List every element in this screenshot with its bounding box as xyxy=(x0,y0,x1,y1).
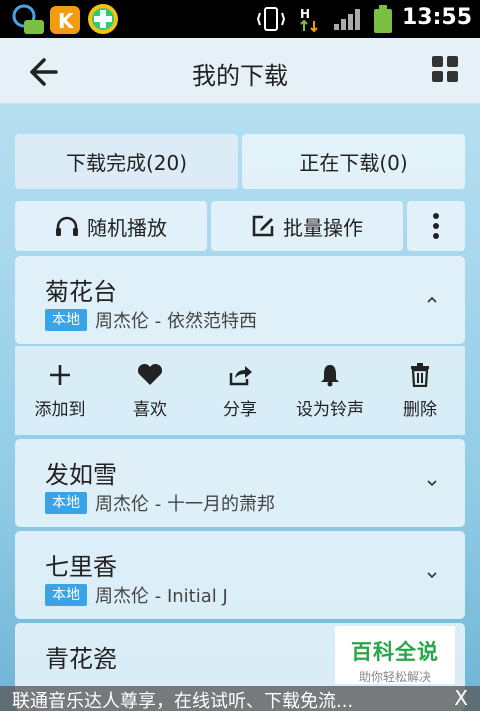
delete-button[interactable]: 删除 xyxy=(375,346,465,435)
add-to-button[interactable]: 添加到 xyxy=(15,346,105,435)
song-title: 发如雪 xyxy=(45,461,117,489)
close-button[interactable]: X xyxy=(454,686,468,710)
batch-operation-button[interactable]: 批量操作 xyxy=(211,201,403,251)
song-meta: 本地 周杰伦 - Initial J xyxy=(45,582,228,608)
page-title: 我的下载 xyxy=(192,62,288,90)
like-label: 喜欢 xyxy=(133,400,167,420)
edit-icon xyxy=(252,215,274,237)
local-badge: 本地 xyxy=(45,309,87,331)
promo-text: 联通音乐达人尊享，在线试听、下载免流... xyxy=(12,691,354,711)
chevron-down-icon[interactable] xyxy=(427,479,437,487)
local-badge: 本地 xyxy=(45,584,87,606)
share-button[interactable]: 分享 xyxy=(195,346,285,435)
share-label: 分享 xyxy=(223,400,257,420)
app-header: 我的下载 xyxy=(0,38,480,104)
tab-downloading[interactable]: 正在下载(0) xyxy=(242,134,465,189)
song-meta: 本地 周杰伦 - 依然范特西 xyxy=(45,307,257,333)
song-item[interactable]: 菊花台 本地 周杰伦 - 依然范特西 xyxy=(15,256,465,344)
delete-label: 删除 xyxy=(403,400,437,420)
song-title: 青花瓷 xyxy=(45,645,117,673)
360-security-icon xyxy=(88,4,118,34)
qq-icon xyxy=(12,4,44,34)
song-title: 菊花台 xyxy=(45,278,117,306)
heart-icon xyxy=(137,364,163,385)
vibrate-icon xyxy=(256,7,286,31)
action-bar: 随机播放 批量操作 xyxy=(15,201,465,251)
watermark-logo: 百科全说 助你轻松解决 xyxy=(335,626,455,684)
more-options-button[interactable] xyxy=(407,201,465,251)
artist-album: 周杰伦 - 十一月的萧邦 xyxy=(95,494,275,515)
svg-text:K: K xyxy=(58,9,75,33)
more-vertical-icon xyxy=(433,213,439,239)
battery-icon xyxy=(374,5,392,33)
chevron-up-icon[interactable] xyxy=(427,296,437,304)
random-play-button[interactable]: 随机播放 xyxy=(15,201,207,251)
share-icon xyxy=(229,366,252,386)
song-tool-row: 添加到 喜欢 分享 设为铃声 删除 xyxy=(15,346,465,435)
song-item[interactable]: 发如雪 本地 周杰伦 - 十一月的萧邦 xyxy=(15,439,465,527)
status-bar: K H 13:55 xyxy=(0,0,480,38)
signal-icon xyxy=(334,9,360,30)
clock: 13:55 xyxy=(401,5,472,30)
download-tabs: 下载完成(20) 正在下载(0) xyxy=(15,134,465,189)
grid-menu-icon[interactable] xyxy=(430,54,460,84)
headphones-icon xyxy=(56,216,78,236)
tab-downloaded[interactable]: 下载完成(20) xyxy=(15,134,238,189)
song-item[interactable]: 七里香 本地 周杰伦 - Initial J xyxy=(15,531,465,619)
local-badge: 本地 xyxy=(45,492,87,514)
bell-icon xyxy=(321,365,339,387)
plus-icon xyxy=(50,365,70,385)
watermark-subtitle: 助你轻松解决 xyxy=(358,670,431,684)
set-ringtone-label: 设为铃声 xyxy=(296,400,364,420)
promo-banner[interactable]: 联通音乐达人尊享，在线试听、下载免流... X xyxy=(0,686,480,711)
set-ringtone-button[interactable]: 设为铃声 xyxy=(285,346,375,435)
watermark-title: 百科全说 xyxy=(351,640,439,664)
trash-icon xyxy=(411,363,429,387)
artist-album: 周杰伦 - 依然范特西 xyxy=(95,311,257,332)
svg-text:H: H xyxy=(300,7,310,21)
song-meta: 本地 周杰伦 - 十一月的萧邦 xyxy=(45,490,275,516)
like-button[interactable]: 喜欢 xyxy=(105,346,195,435)
app-k-icon: K xyxy=(50,6,80,34)
artist-album: 周杰伦 - Initial J xyxy=(95,586,228,607)
add-to-label: 添加到 xyxy=(34,400,86,420)
data-hspa-icon: H xyxy=(300,7,318,33)
chevron-down-icon[interactable] xyxy=(427,571,437,579)
batch-operation-label: 批量操作 xyxy=(283,215,363,240)
random-play-label: 随机播放 xyxy=(87,215,167,240)
song-title: 七里香 xyxy=(45,553,117,581)
